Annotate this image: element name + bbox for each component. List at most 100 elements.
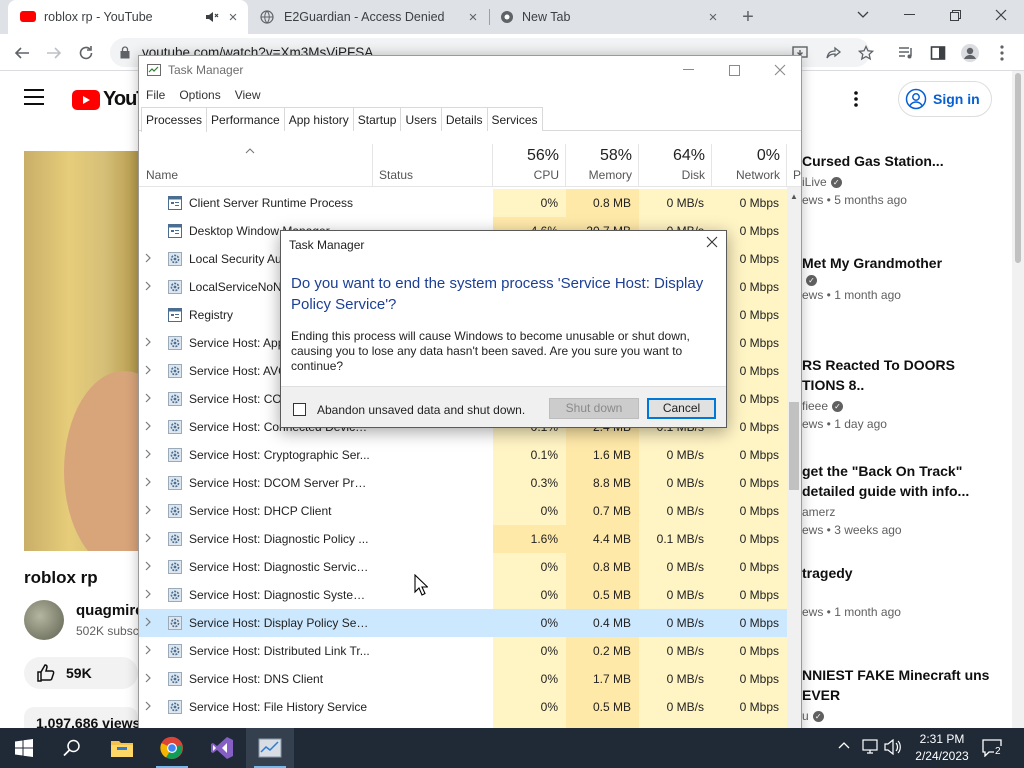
chrome-taskbar-icon[interactable]	[148, 728, 196, 768]
tab-users[interactable]: Users	[400, 107, 442, 131]
show-hidden-icons[interactable]	[838, 741, 850, 749]
video-player[interactable]	[24, 151, 138, 551]
tab-startup[interactable]: Startup	[352, 107, 402, 131]
expand-chevron-icon[interactable]	[145, 561, 151, 571]
tm-close-button[interactable]	[757, 56, 801, 84]
column-name[interactable]: Name	[139, 144, 373, 187]
process-row[interactable]: Client Server Runtime Process 0% 0.8 MB 0 M…	[139, 189, 787, 217]
process-row[interactable]: Service Host: Diagnostic System... 0% 0.5 …	[139, 581, 787, 609]
tab-new-tab[interactable]: New Tab ×	[490, 0, 728, 34]
tab-e2guardian[interactable]: E2Guardian - Access Denied ×	[250, 0, 488, 34]
process-row[interactable]: Service Host: Display Policy Serv... 0% 0.…	[139, 609, 787, 637]
process-list-scrollbar[interactable]: ▲	[787, 187, 801, 744]
tab-processes[interactable]: Processes	[141, 107, 208, 132]
column-disk[interactable]: 64% Disk	[639, 144, 712, 187]
expand-chevron-icon[interactable]	[145, 421, 151, 431]
tab-audio-icon[interactable]	[205, 10, 219, 24]
menu-view[interactable]: View	[228, 84, 268, 106]
share-icon[interactable]	[818, 34, 850, 71]
process-row[interactable]: Service Host: Diagnostic Policy ... 1.6% 4…	[139, 525, 787, 553]
close-window-button[interactable]	[978, 0, 1024, 30]
menu-file[interactable]: File	[139, 84, 172, 106]
tab-youtube[interactable]: roblox rp - YouTube ×	[8, 0, 248, 34]
expand-chevron-icon[interactable]	[145, 645, 151, 655]
expand-chevron-icon[interactable]	[145, 701, 151, 711]
hamburger-menu-icon[interactable]	[24, 89, 44, 105]
expand-chevron-icon[interactable]	[145, 365, 151, 375]
process-row[interactable]: Service Host: Diagnostic Service... 0% 0.8…	[139, 553, 787, 581]
recommendation-item[interactable]: Cursed Gas Station... iLive ✓ ews • 5 mon…	[802, 151, 992, 209]
sign-in-button[interactable]: Sign in	[898, 81, 992, 117]
cancel-button[interactable]: Cancel	[647, 398, 716, 419]
shut-down-button[interactable]: Shut down	[549, 398, 639, 419]
bookmark-star-icon[interactable]	[850, 34, 882, 71]
chrome-menu-icon[interactable]	[986, 34, 1018, 71]
column-network[interactable]: 0% Network	[712, 144, 787, 187]
expand-chevron-icon[interactable]	[145, 449, 151, 459]
recommendation-item[interactable]: RS Reacted To DOORS TIONS 8.. fieee ✓ ews…	[802, 355, 992, 433]
process-row[interactable]: Service Host: DHCP Client 0% 0.7 MB 0 MB/s 0…	[139, 497, 787, 525]
process-row[interactable]: Service Host: DNS Client 0% 1.7 MB 0 MB/s 0 …	[139, 665, 787, 693]
close-tab-icon[interactable]: ×	[466, 9, 480, 26]
visual-studio-icon[interactable]	[198, 728, 246, 768]
scrollbar-thumb[interactable]	[1015, 73, 1021, 263]
network-icon[interactable]	[862, 739, 880, 755]
column-status[interactable]: Status	[373, 144, 493, 187]
close-tab-icon[interactable]: ×	[706, 9, 720, 26]
tm-minimize-button[interactable]	[665, 56, 711, 84]
recommendation-item[interactable]: NNIEST FAKE Minecraft uns EVER u ✓	[802, 665, 992, 725]
expand-chevron-icon[interactable]	[145, 337, 151, 347]
scroll-up-icon[interactable]: ▲	[790, 192, 798, 201]
expand-chevron-icon[interactable]	[145, 281, 151, 291]
restore-button[interactable]	[932, 0, 978, 30]
reload-icon[interactable]	[70, 34, 102, 71]
column-cpu[interactable]: 56% CPU	[493, 144, 566, 187]
expand-chevron-icon[interactable]	[145, 673, 151, 683]
process-row[interactable]: Service Host: Cryptographic Ser... 0.1% 1.…	[139, 441, 787, 469]
like-button[interactable]: 59K	[24, 657, 138, 689]
minimize-button[interactable]	[886, 0, 932, 30]
close-tab-icon[interactable]: ×	[226, 9, 240, 26]
new-tab-button[interactable]: +	[738, 7, 758, 27]
forward-icon[interactable]	[38, 34, 70, 71]
expand-chevron-icon[interactable]	[145, 393, 151, 403]
page-scrollbar[interactable]	[1012, 71, 1024, 728]
expand-chevron-icon[interactable]	[145, 589, 151, 599]
column-power[interactable]: P	[787, 144, 801, 187]
task-manager-titlebar[interactable]: Task Manager	[139, 56, 801, 84]
more-options-icon[interactable]	[854, 91, 858, 107]
scrollbar-thumb[interactable]	[789, 402, 799, 490]
abandon-data-checkbox[interactable]	[293, 403, 306, 416]
tab-app-history[interactable]: App history	[283, 107, 354, 131]
tab-search-icon[interactable]	[840, 0, 886, 30]
file-explorer-icon[interactable]	[98, 728, 146, 768]
expand-chevron-icon[interactable]	[145, 617, 151, 627]
recommendation-item[interactable]: tragedy ews • 1 month ago	[802, 563, 992, 621]
side-panel-icon[interactable]	[922, 34, 954, 71]
recommendation-item[interactable]: Met My Grandmother ✓ ews • 1 month ago	[802, 253, 992, 304]
expand-chevron-icon[interactable]	[145, 533, 151, 543]
search-icon[interactable]	[48, 728, 96, 768]
tm-maximize-button[interactable]	[711, 56, 757, 84]
dialog-close-icon[interactable]	[706, 236, 718, 248]
tab-services[interactable]: Services	[486, 107, 543, 131]
start-button[interactable]	[0, 728, 48, 768]
process-row[interactable]: Service Host: DCOM Server Proc... 0.3% 8.8…	[139, 469, 787, 497]
process-row[interactable]: Service Host: File History Service 0% 0.5 …	[139, 693, 787, 721]
back-icon[interactable]	[6, 34, 38, 71]
system-clock[interactable]: 2:31 PM 2/24/2023	[898, 731, 986, 765]
column-memory[interactable]: 58% Memory	[566, 144, 639, 187]
abandon-data-label[interactable]: Abandon unsaved data and shut down.	[317, 403, 525, 417]
expand-chevron-icon[interactable]	[145, 253, 151, 263]
process-row[interactable]: Service Host: Distributed Link Tr... 0% 0.…	[139, 637, 787, 665]
tab-performance[interactable]: Performance	[206, 107, 285, 131]
channel-name[interactable]: quagmire	[76, 602, 144, 619]
expand-chevron-icon[interactable]	[145, 505, 151, 515]
menu-options[interactable]: Options	[172, 84, 227, 106]
recommendation-item[interactable]: get the "Back On Track" detailed guide w…	[802, 461, 992, 539]
profile-avatar-icon[interactable]	[954, 34, 986, 71]
expand-chevron-icon[interactable]	[145, 477, 151, 487]
channel-avatar[interactable]	[24, 600, 64, 640]
notification-center-icon[interactable]: 2	[982, 739, 1002, 757]
tab-details[interactable]: Details	[440, 107, 488, 131]
